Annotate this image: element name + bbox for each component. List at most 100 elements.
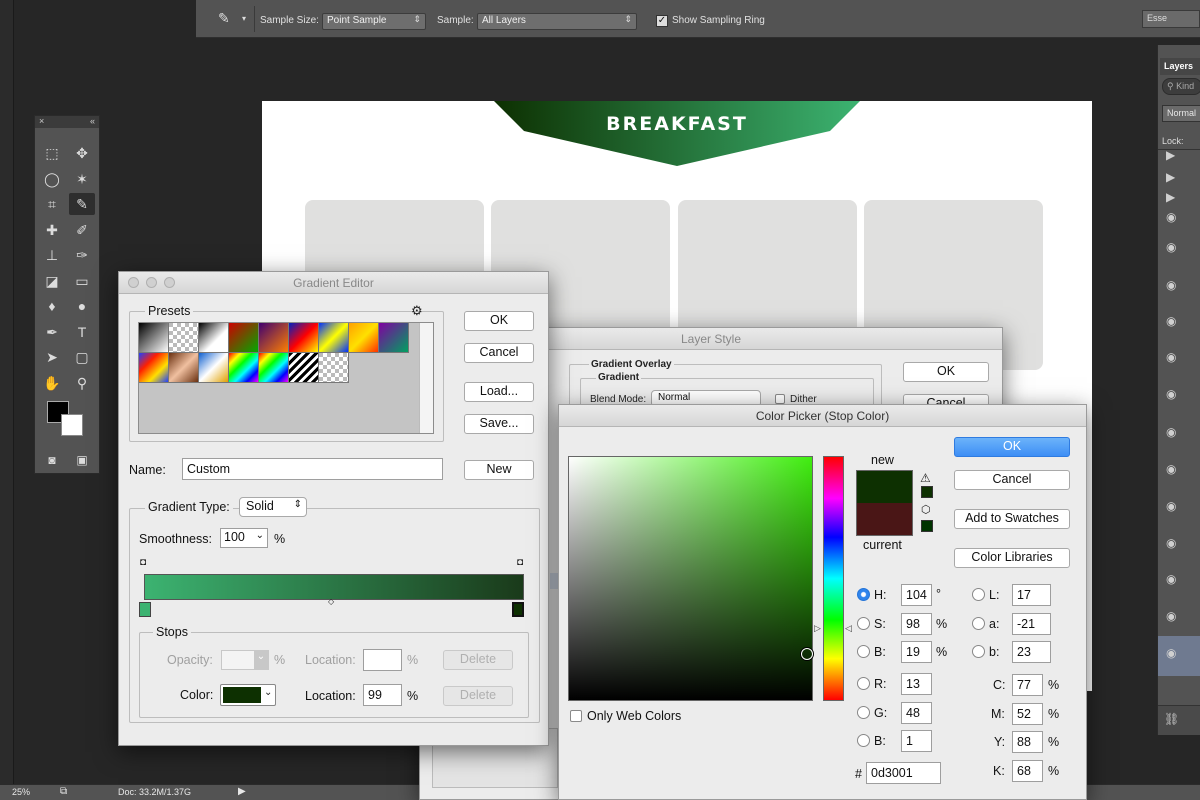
current-color-swatch[interactable] bbox=[856, 503, 913, 536]
smoothness-select[interactable]: 100 ⌄ bbox=[220, 528, 268, 548]
preset-swatch[interactable] bbox=[319, 323, 349, 353]
out-of-gamut-warning-icon[interactable]: ⚠ bbox=[920, 471, 931, 485]
eye-icon[interactable]: ◉ bbox=[1166, 425, 1176, 439]
dodge-tool-icon[interactable]: ● bbox=[69, 295, 95, 317]
tool-preset-chevron-icon[interactable]: ▾ bbox=[242, 14, 246, 23]
magic-wand-tool-icon[interactable]: ✶ bbox=[69, 168, 95, 190]
preset-swatch[interactable] bbox=[379, 323, 409, 353]
eye-icon[interactable]: ◉ bbox=[1166, 314, 1176, 328]
pen-tool-icon[interactable]: ✒ bbox=[39, 321, 65, 343]
only-web-colors-checkbox[interactable] bbox=[570, 710, 582, 722]
eye-icon[interactable]: ◉ bbox=[1166, 462, 1176, 476]
color-picker-cancel-button[interactable]: Cancel bbox=[954, 470, 1070, 490]
blue-radio[interactable] bbox=[857, 734, 870, 747]
green-radio[interactable] bbox=[857, 706, 870, 719]
stamp-tool-icon[interactable]: ⊥ bbox=[39, 244, 65, 266]
background-color-swatch[interactable] bbox=[61, 414, 83, 436]
marquee-tool-icon[interactable]: ⬚ bbox=[39, 142, 65, 164]
presets-scrollbar[interactable] bbox=[419, 323, 433, 433]
visibility-toggle-icon[interactable]: ▶ bbox=[1166, 190, 1175, 204]
preset-swatch[interactable] bbox=[319, 353, 349, 383]
eye-icon[interactable]: ◉ bbox=[1166, 499, 1176, 513]
zoom-tool-icon[interactable]: ⚲ bbox=[69, 372, 95, 394]
gradient-type-select[interactable]: Solid ⇕ bbox=[239, 497, 307, 517]
hue-slider-left-handle-icon[interactable]: ▷ bbox=[814, 623, 821, 634]
eye-icon[interactable]: ◉ bbox=[1166, 240, 1176, 254]
crop-tool-icon[interactable]: ⌗ bbox=[39, 193, 65, 215]
window-minimize-button[interactable] bbox=[146, 277, 157, 288]
black-input[interactable] bbox=[1012, 760, 1043, 782]
hue-slider[interactable] bbox=[823, 456, 844, 701]
window-close-button[interactable] bbox=[128, 277, 139, 288]
preset-swatch[interactable] bbox=[349, 323, 379, 353]
opacity-stop-left-icon[interactable]: ◘ bbox=[140, 557, 146, 568]
visibility-toggle-icon[interactable]: ▶ bbox=[1166, 148, 1175, 162]
lab-a-input[interactable] bbox=[1012, 613, 1051, 635]
gradient-name-input[interactable] bbox=[182, 458, 443, 480]
presets-gear-icon[interactable]: ⚙ bbox=[411, 303, 423, 319]
opacity-stop-right-icon[interactable]: ◘ bbox=[517, 557, 523, 568]
color-selection-ring[interactable] bbox=[801, 648, 813, 660]
move-tool-icon[interactable]: ✥ bbox=[69, 142, 95, 164]
lab-b-input[interactable] bbox=[1012, 641, 1051, 663]
preset-swatch[interactable] bbox=[229, 353, 259, 383]
eye-icon[interactable]: ◉ bbox=[1166, 646, 1176, 660]
shape-tool-icon[interactable]: ▢ bbox=[69, 346, 95, 368]
color-location-input[interactable] bbox=[363, 684, 402, 706]
hue-slider-right-handle-icon[interactable]: ◁ bbox=[845, 623, 852, 634]
eye-icon[interactable]: ◉ bbox=[1166, 278, 1176, 292]
midpoint-diamond-icon[interactable]: ◇ bbox=[328, 597, 334, 606]
sample-select[interactable]: All Layers ⇕ bbox=[477, 13, 637, 30]
visibility-toggle-icon[interactable]: ▶ bbox=[1166, 170, 1175, 184]
load-button[interactable]: Load... bbox=[464, 382, 534, 402]
yellow-input[interactable] bbox=[1012, 731, 1043, 753]
eraser-tool-icon[interactable]: ◪ bbox=[39, 270, 65, 292]
eyedropper-tool-icon[interactable]: ✎ bbox=[69, 193, 95, 215]
gamut-color-swatch[interactable] bbox=[921, 486, 933, 498]
preset-swatch[interactable] bbox=[199, 353, 229, 383]
web-safe-color-swatch[interactable] bbox=[921, 520, 933, 532]
layer-blend-mode-select[interactable]: Normal bbox=[1162, 105, 1200, 122]
preset-swatch[interactable] bbox=[259, 323, 289, 353]
zoom-level[interactable]: 25% bbox=[12, 787, 30, 797]
eyedropper-tool-icon[interactable]: ✎ bbox=[218, 10, 230, 27]
green-input[interactable] bbox=[901, 702, 932, 724]
window-zoom-button[interactable] bbox=[164, 277, 175, 288]
selected-layer-row[interactable] bbox=[1158, 636, 1200, 676]
brush-tool-icon[interactable]: ✐ bbox=[69, 219, 95, 241]
color-stop-left[interactable] bbox=[139, 602, 151, 617]
cancel-button[interactable]: Cancel bbox=[464, 343, 534, 363]
ok-button[interactable]: OK bbox=[464, 311, 534, 331]
sample-size-select[interactable]: Point Sample ⇕ bbox=[322, 13, 426, 30]
blue-input[interactable] bbox=[901, 730, 932, 752]
eye-icon[interactable]: ◉ bbox=[1166, 572, 1176, 586]
red-input[interactable] bbox=[901, 673, 932, 695]
saturation-brightness-field[interactable] bbox=[568, 456, 813, 701]
red-radio[interactable] bbox=[857, 677, 870, 690]
hex-input[interactable] bbox=[866, 762, 941, 784]
eye-icon[interactable]: ◉ bbox=[1166, 609, 1176, 623]
magenta-input[interactable] bbox=[1012, 703, 1043, 725]
layers-panel-tab[interactable]: Layers bbox=[1160, 58, 1200, 75]
eye-icon[interactable]: ◉ bbox=[1166, 387, 1176, 401]
type-tool-icon[interactable]: T bbox=[69, 321, 95, 343]
close-icon[interactable]: × bbox=[39, 116, 44, 126]
preset-swatch[interactable] bbox=[229, 323, 259, 353]
healing-brush-tool-icon[interactable]: ✚ bbox=[39, 219, 65, 241]
brightness-input[interactable] bbox=[901, 641, 932, 663]
preset-swatch[interactable] bbox=[139, 323, 169, 353]
preset-swatch[interactable] bbox=[169, 323, 199, 353]
add-to-swatches-button[interactable]: Add to Swatches bbox=[954, 509, 1070, 529]
lab-a-radio[interactable] bbox=[972, 617, 985, 630]
hue-radio[interactable] bbox=[857, 588, 870, 601]
cyan-input[interactable] bbox=[1012, 674, 1043, 696]
preset-swatch[interactable] bbox=[139, 353, 169, 383]
eye-icon[interactable]: ◉ bbox=[1166, 536, 1176, 550]
gradient-tool-icon[interactable]: ▭ bbox=[69, 270, 95, 292]
presets-grid[interactable] bbox=[138, 322, 434, 434]
collapse-icon[interactable]: « bbox=[90, 116, 95, 126]
share-icon[interactable]: ⧉ bbox=[60, 786, 67, 797]
web-safe-cube-icon[interactable]: ⬡ bbox=[921, 503, 931, 516]
color-libraries-button[interactable]: Color Libraries bbox=[954, 548, 1070, 568]
eye-icon[interactable]: ◉ bbox=[1166, 210, 1176, 224]
